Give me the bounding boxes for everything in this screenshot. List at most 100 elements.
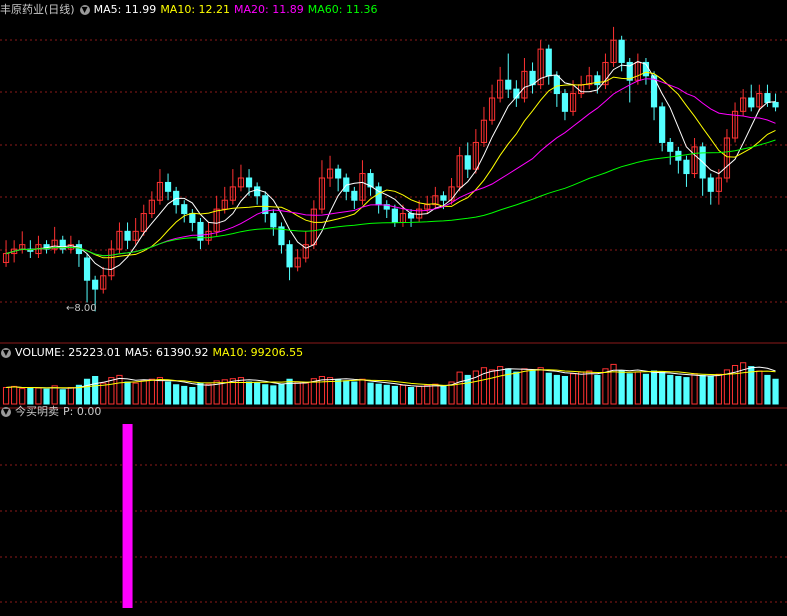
candle-down bbox=[667, 141, 674, 152]
grid-lines bbox=[0, 39, 787, 603]
volume-bar-down bbox=[367, 382, 374, 405]
volume-bar-up bbox=[497, 366, 504, 405]
volume-bar-down bbox=[529, 370, 536, 405]
price-panel-header: 丰原药业(日线) ▼ MA5: 11.99 MA10: 12.21 MA20: 11.8… bbox=[0, 2, 381, 17]
candle-down bbox=[124, 230, 131, 241]
candle-down bbox=[181, 204, 188, 215]
volume-bar-down bbox=[262, 384, 269, 405]
volume-bar-down bbox=[618, 370, 625, 405]
volume-bar-down bbox=[270, 385, 277, 405]
volume-bar-up bbox=[691, 373, 698, 405]
volume-bar-up bbox=[715, 373, 722, 405]
volume-bar-down bbox=[642, 373, 650, 405]
volume-bar-down bbox=[173, 384, 180, 405]
indicator-panel-header: ▼ 今买明卖 P: 0.00 bbox=[0, 404, 105, 419]
volume-bar-down bbox=[335, 379, 342, 405]
volume-bar-up bbox=[521, 368, 528, 405]
volume-bar-down bbox=[254, 382, 261, 405]
candle-down bbox=[440, 195, 447, 201]
stock-title: 丰原药业(日线) bbox=[0, 3, 75, 16]
volume-bar-down bbox=[383, 384, 390, 405]
indicator-value: P: 0.00 bbox=[63, 405, 102, 418]
candle-down bbox=[464, 155, 471, 170]
volume-bar-down bbox=[440, 385, 447, 405]
ma20-label: MA20: 11.89 bbox=[234, 3, 304, 16]
candle-down bbox=[772, 101, 779, 108]
volume-bar-up bbox=[359, 378, 366, 405]
volume-bar-down bbox=[650, 370, 658, 405]
volume-bar-down bbox=[391, 385, 398, 405]
chevron-down-icon[interactable]: ▼ bbox=[1, 407, 11, 417]
kline-chart bbox=[0, 26, 787, 608]
volume-bar-down bbox=[375, 383, 382, 405]
volume-bar-down bbox=[59, 389, 66, 405]
candle-down bbox=[92, 279, 99, 290]
volume-bar-down bbox=[343, 380, 350, 405]
volume-bar-down bbox=[545, 372, 552, 405]
candle-down bbox=[391, 208, 398, 223]
volume-bar-down bbox=[594, 374, 601, 405]
volume-label: VOLUME: 25223.01 bbox=[15, 346, 121, 359]
volume-bar-down bbox=[181, 385, 188, 405]
candle-down bbox=[254, 186, 261, 197]
volume-bar-up bbox=[456, 371, 463, 405]
volume-ma5-label: MA5: 61390.92 bbox=[124, 346, 209, 359]
volume-bar-up bbox=[723, 369, 731, 405]
candle-down bbox=[683, 159, 690, 175]
moving-average-lines bbox=[5, 61, 776, 271]
candle-down bbox=[748, 97, 755, 108]
volume-bar-up bbox=[19, 388, 26, 405]
volume-bar-up bbox=[399, 384, 407, 405]
indicator-name: 今买明卖 bbox=[15, 405, 59, 418]
volume-bar-down bbox=[764, 374, 771, 405]
volume-bar-down bbox=[83, 378, 91, 405]
volume-bar-up bbox=[302, 382, 309, 405]
price-min-label: ←8.00 bbox=[66, 303, 97, 314]
candle-down bbox=[659, 106, 666, 143]
volume-bar-up bbox=[11, 385, 18, 405]
candle-down bbox=[270, 213, 277, 228]
volume-bar-up bbox=[100, 382, 107, 405]
volume-bar-down bbox=[407, 387, 415, 405]
volume-bar-up bbox=[602, 368, 609, 405]
volume-bar-up bbox=[237, 377, 245, 405]
volume-bar-down bbox=[675, 376, 682, 405]
price-candles bbox=[2, 26, 779, 312]
volume-bar-up bbox=[416, 385, 423, 405]
volume-bar-down bbox=[43, 388, 50, 405]
volume-bar-down bbox=[92, 376, 99, 405]
volume-panel-header: ▼ VOLUME: 25223.01 MA5: 61390.92 MA10: 9920… bbox=[0, 345, 307, 360]
volume-bar-down bbox=[699, 374, 706, 405]
volume-bar-up bbox=[756, 370, 763, 405]
ma5-line bbox=[5, 61, 776, 271]
volume-bar-up bbox=[424, 384, 431, 405]
volume-bar-up bbox=[140, 380, 147, 405]
candle-down bbox=[545, 48, 552, 77]
volume-bar-down bbox=[197, 382, 204, 405]
ma20-line bbox=[5, 78, 776, 257]
volume-bar-down bbox=[278, 383, 285, 405]
ma60-label: MA60: 11.36 bbox=[307, 3, 378, 16]
volume-bar-down bbox=[164, 381, 172, 405]
volume-bar-up bbox=[578, 371, 585, 405]
candle-down bbox=[553, 75, 560, 95]
volume-bar-up bbox=[586, 370, 593, 405]
chevron-down-icon[interactable]: ▼ bbox=[79, 5, 90, 15]
chevron-down-icon[interactable]: ▼ bbox=[1, 348, 11, 358]
volume-bar-down bbox=[561, 376, 569, 405]
volume-bar-up bbox=[35, 387, 42, 405]
ma10-label: MA10: 12.21 bbox=[160, 3, 231, 16]
volume-bar-down bbox=[351, 381, 358, 405]
volume-bar-down bbox=[189, 387, 196, 405]
volume-bar-down bbox=[707, 376, 714, 405]
volume-bar-down bbox=[659, 371, 666, 405]
candle-down bbox=[286, 244, 293, 268]
volume-bar-up bbox=[116, 374, 123, 405]
volume-bar-up bbox=[108, 377, 115, 405]
volume-bar-up bbox=[488, 369, 496, 405]
candle-down bbox=[335, 168, 342, 179]
volume-bar-up bbox=[634, 371, 641, 405]
volume-bar-down bbox=[683, 377, 690, 405]
volume-bar-up bbox=[132, 382, 139, 405]
volume-bar-down bbox=[27, 387, 34, 405]
